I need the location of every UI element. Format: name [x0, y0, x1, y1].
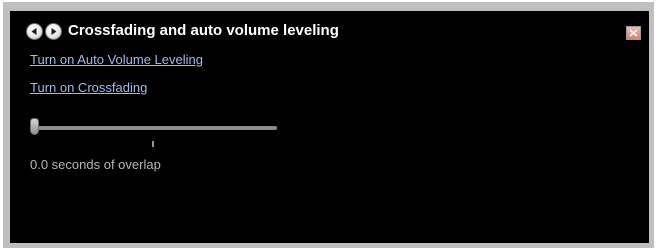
- overlap-slider-track[interactable]: [32, 126, 277, 130]
- slider-tick-mark: [152, 141, 154, 147]
- close-button[interactable]: [626, 26, 641, 40]
- crossfading-dialog: Crossfading and auto volume leveling Tur…: [10, 11, 649, 243]
- crossfading-link[interactable]: Turn on Crossfading: [30, 80, 147, 96]
- dialog-title: Crossfading and auto volume leveling: [68, 22, 339, 39]
- back-button[interactable]: [26, 23, 43, 40]
- close-icon: [629, 29, 638, 37]
- forward-button[interactable]: [45, 23, 62, 40]
- title-bar: Crossfading and auto volume leveling: [10, 11, 649, 41]
- arrow-left-icon: [31, 28, 37, 35]
- overlap-slider-thumb[interactable]: [30, 118, 39, 135]
- arrow-right-icon: [51, 28, 57, 35]
- overlap-status-text: 0.0 seconds of overlap: [30, 157, 161, 172]
- auto-volume-leveling-link[interactable]: Turn on Auto Volume Leveling: [30, 52, 203, 68]
